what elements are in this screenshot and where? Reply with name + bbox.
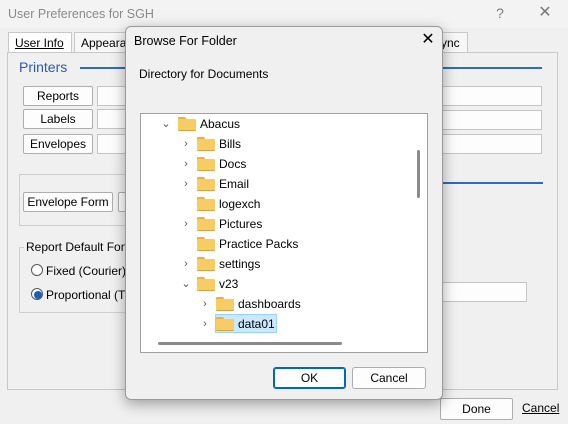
tree-item-abacus[interactable]: Abacus	[200, 117, 240, 131]
chevron-right-icon[interactable]: ›	[180, 178, 192, 190]
dialog-close-button[interactable]: ✕	[418, 30, 438, 50]
chevron-right-icon[interactable]: ›	[180, 138, 192, 150]
dialog-description: Directory for Documents	[139, 67, 269, 81]
labels-printer-button[interactable]: Labels	[23, 109, 93, 129]
reports-printer-field[interactable]	[97, 86, 127, 106]
tree-item-v23[interactable]: v23	[219, 277, 238, 291]
folder-icon	[197, 257, 215, 271]
dialog-title: Browse For Folder	[134, 34, 237, 48]
labels-printer-field[interactable]	[97, 109, 127, 129]
tree-item-docs[interactable]: Docs	[219, 157, 246, 171]
tree-item-data01[interactable]: data01	[238, 317, 275, 331]
folder-icon	[197, 217, 215, 231]
printers-heading: Printers	[19, 59, 68, 75]
tree-item-practice-packs[interactable]: Practice Packs	[219, 237, 298, 251]
tree-item-logexch[interactable]: logexch	[219, 197, 260, 211]
folder-icon	[197, 197, 215, 211]
chevron-down-icon[interactable]: ⌄	[180, 278, 192, 290]
folder-icon	[197, 277, 215, 291]
tab-sync-label: ync	[441, 36, 460, 50]
report-font-group	[19, 247, 129, 313]
section-divider	[443, 182, 543, 184]
reports-printer-button[interactable]: Reports	[23, 86, 93, 106]
chevron-right-icon[interactable]: ›	[180, 218, 192, 230]
tree-item-settings[interactable]: settings	[219, 257, 260, 271]
envelopes-printer-field-end[interactable]	[441, 134, 542, 154]
chevron-right-icon[interactable]: ›	[199, 298, 211, 310]
folder-icon	[197, 177, 215, 191]
folder-icon	[216, 297, 234, 311]
font-field[interactable]	[441, 282, 527, 302]
chevron-right-icon[interactable]: ›	[199, 318, 211, 330]
tree-item-pictures[interactable]: Pictures	[219, 217, 262, 231]
close-window-button[interactable]: ✕	[534, 3, 556, 25]
envelopes-printer-button[interactable]: Envelopes	[23, 134, 93, 154]
tree-item-bills[interactable]: Bills	[219, 137, 241, 151]
vertical-scrollbar[interactable]	[417, 150, 420, 198]
tree-item-email[interactable]: Email	[219, 177, 249, 191]
chevron-right-icon[interactable]: ›	[180, 158, 192, 170]
window-title: User Preferences for SGH	[8, 7, 154, 21]
tab-user-info[interactable]: User Info	[8, 32, 72, 52]
fixed-font-label[interactable]: Fixed (Courier)	[46, 264, 126, 278]
cancel-button[interactable]: Cancel	[522, 401, 559, 415]
ok-button[interactable]: OK	[273, 367, 346, 389]
labels-printer-field-end[interactable]	[441, 110, 542, 130]
tab-appearance[interactable]: Appearance	[74, 32, 132, 52]
folder-icon	[178, 117, 196, 131]
report-font-label: Report Default Font	[24, 240, 133, 254]
envelopes-printer-field[interactable]	[97, 134, 127, 154]
horizontal-scrollbar[interactable]	[158, 342, 342, 345]
fixed-font-radio[interactable]	[31, 264, 43, 276]
folder-icon	[197, 157, 215, 171]
envelope-form-button[interactable]: Envelope Form	[23, 192, 113, 212]
dialog-cancel-button[interactable]: Cancel	[352, 367, 426, 389]
folder-icon	[197, 137, 215, 151]
folder-icon	[197, 237, 215, 251]
folder-open-icon	[216, 317, 234, 331]
done-button[interactable]: Done	[440, 398, 513, 420]
help-button[interactable]: ?	[492, 5, 508, 23]
chevron-right-icon[interactable]: ›	[180, 258, 192, 270]
chevron-down-icon[interactable]: ⌄	[160, 118, 172, 130]
reports-printer-field-end[interactable]	[441, 86, 542, 106]
proportional-font-label[interactable]: Proportional (Times)	[46, 288, 126, 302]
radio-selected-dot	[34, 291, 42, 299]
tree-item-dashboards[interactable]: dashboards	[238, 297, 301, 311]
